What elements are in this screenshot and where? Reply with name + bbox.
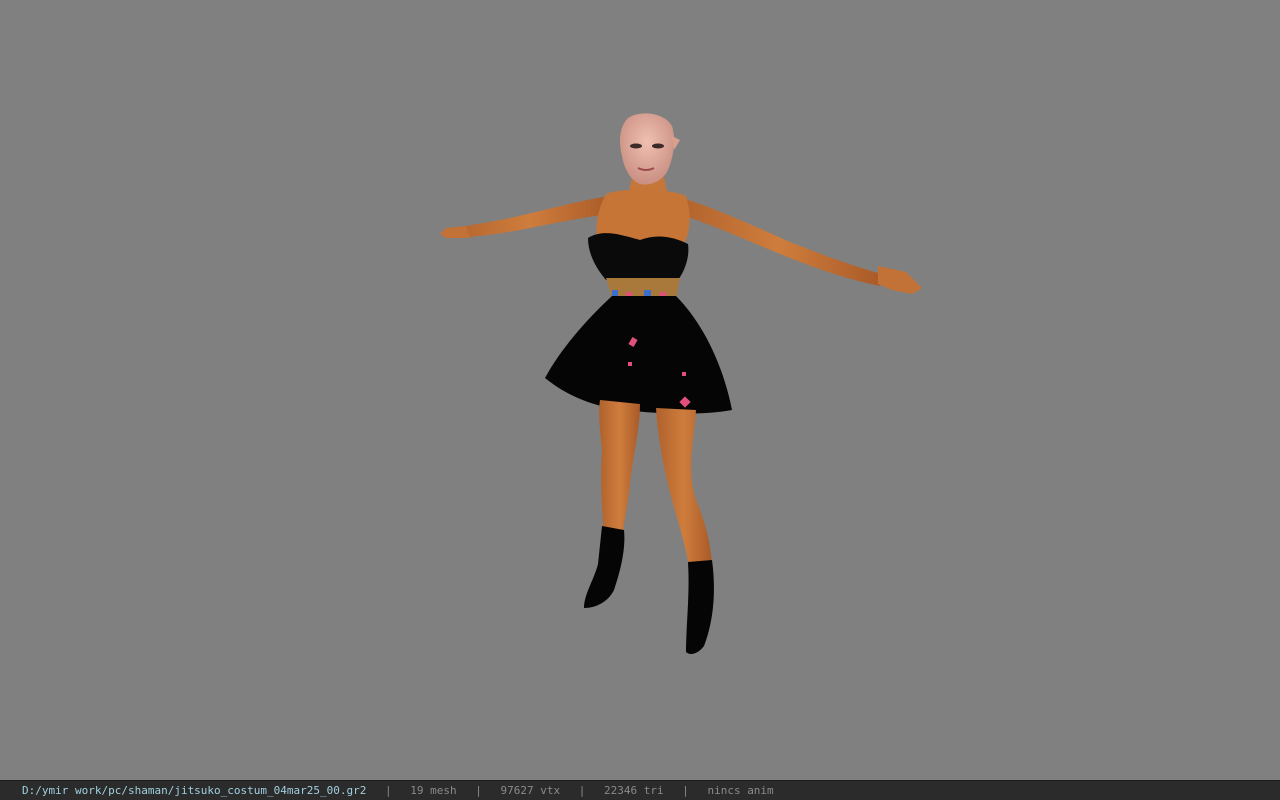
anim-status: nincs anim [707, 784, 774, 797]
triangle-count: 22346 tri [603, 784, 664, 797]
dress-top [588, 233, 689, 280]
separator: | [385, 784, 392, 797]
file-path: D:/ymir work/pc/shaman/jitsuko_costum_04… [22, 784, 367, 797]
separator: | [578, 784, 586, 797]
right-hand [878, 266, 922, 294]
separator: | [475, 784, 482, 797]
vertex-count: 97627 vtx [500, 784, 561, 797]
left-hand [440, 226, 470, 238]
separator: | [682, 784, 689, 797]
left-leg [599, 400, 640, 540]
right-arm [676, 196, 882, 286]
right-boot [686, 560, 714, 654]
head [620, 113, 675, 185]
status-bar: D:/ymir work/pc/shaman/jitsuko_costum_04… [0, 780, 1280, 800]
3d-viewport[interactable] [0, 0, 1280, 780]
left-arm [446, 196, 612, 238]
character-model[interactable] [0, 0, 1280, 780]
right-leg [656, 408, 712, 572]
left-boot [584, 526, 625, 608]
mesh-count: 19 mesh [410, 784, 457, 797]
dress-skirt [545, 296, 732, 414]
